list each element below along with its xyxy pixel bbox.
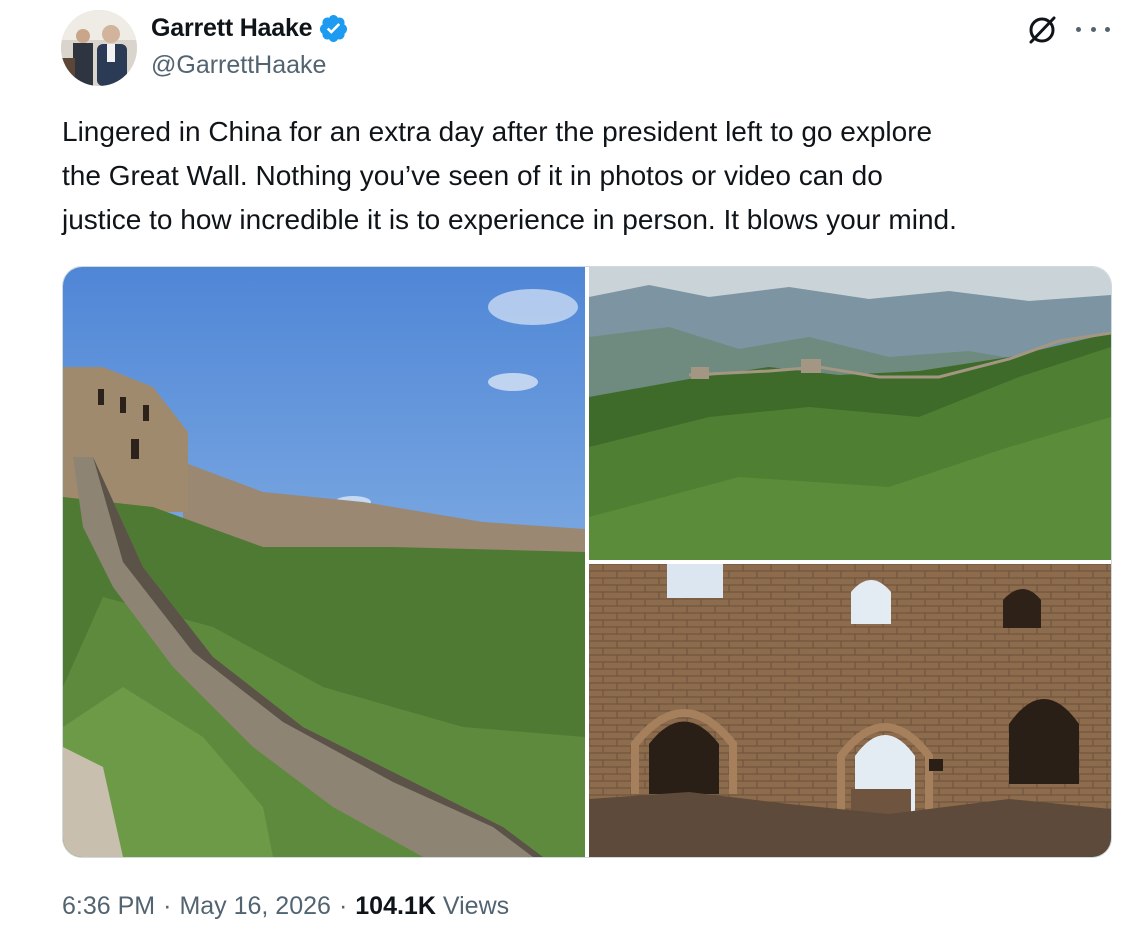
meta-separator: · [163,892,172,920]
tweet-time[interactable]: 6:36 PM [62,892,155,921]
tweet-card: Garrett Haake @GarrettHaake Lingered in … [0,0,1142,942]
grok-icon[interactable] [1026,14,1058,46]
brick-ruin-arches-photo[interactable] [589,564,1111,857]
tweet-meta: 6:36 PM · May 16, 2026 · 104.1K Views [62,892,509,921]
tweet-text-line: the Great Wall. Nothing you’ve seen of i… [62,160,883,191]
more-options-icon[interactable] [1076,14,1110,44]
tweet-text-line: justice to how incredible it is to exper… [62,204,957,235]
great-wall-watchtower-photo[interactable] [63,267,585,857]
tweet-text: Lingered in China for an extra day after… [62,110,1122,242]
views-count[interactable]: 104.1K [355,892,436,921]
avatar-photo [61,10,137,86]
views-label[interactable]: Views [443,892,509,921]
tweet-date[interactable]: May 16, 2026 [179,892,331,921]
author-handle[interactable]: @GarrettHaake [151,51,326,80]
tweet-text-line: Lingered in China for an extra day after… [62,116,933,147]
mountain-ridge-wall-photo[interactable] [589,267,1111,560]
media-grid [62,266,1112,858]
author-name-row[interactable]: Garrett Haake [151,13,349,44]
avatar[interactable] [61,10,137,86]
meta-separator: · [338,892,348,920]
verified-badge-icon [320,14,348,43]
author-display-name[interactable]: Garrett Haake [151,14,313,43]
